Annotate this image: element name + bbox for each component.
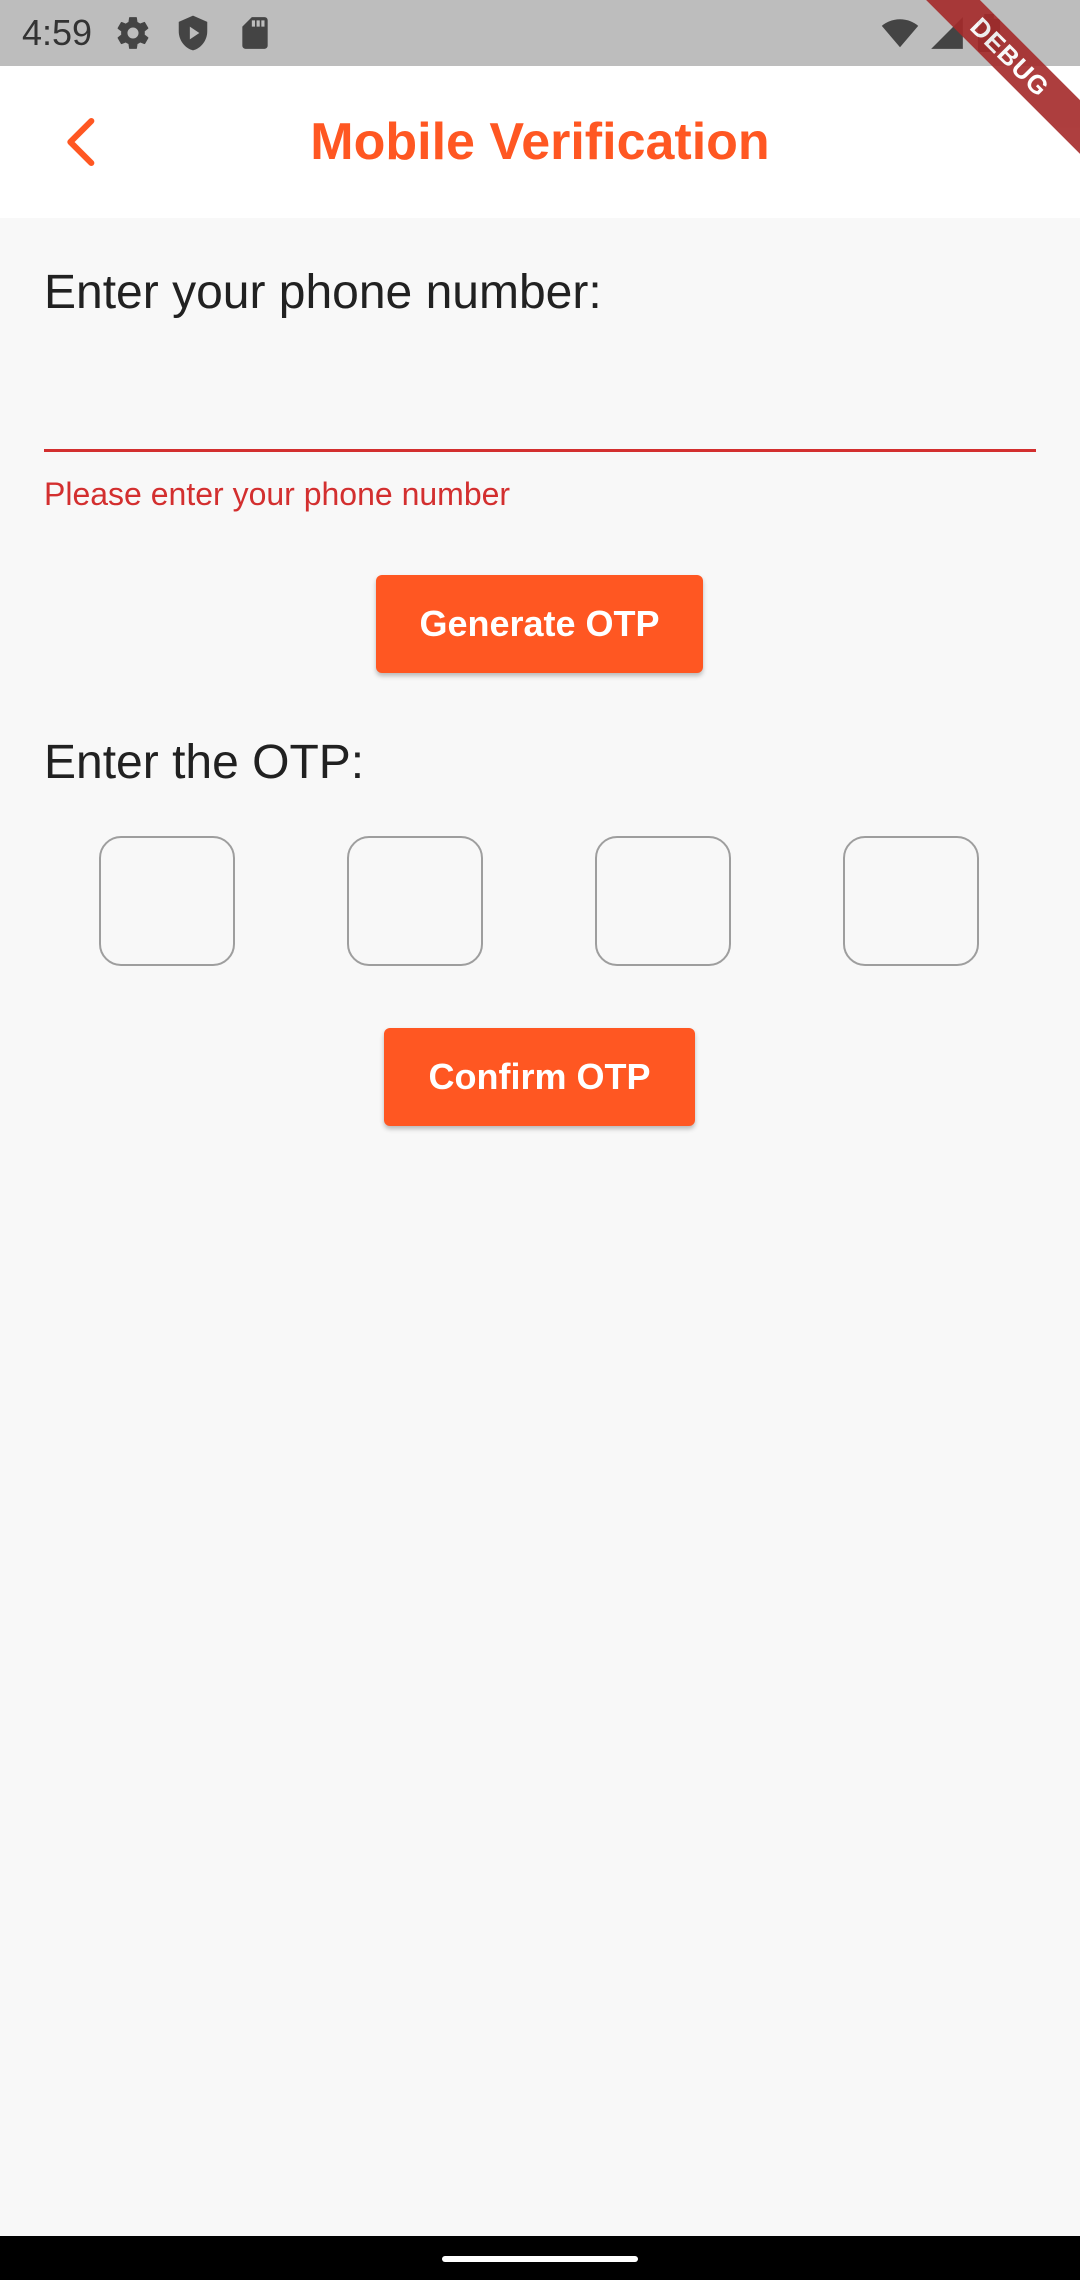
status-bar: 4:59	[0, 0, 1080, 66]
confirm-otp-button[interactable]: Confirm OTP	[384, 1028, 695, 1126]
home-gesture-handle[interactable]	[442, 2256, 638, 2262]
status-time: 4:59	[22, 12, 93, 53]
signal-icon	[928, 14, 966, 52]
gear-icon	[114, 14, 152, 52]
phone-input[interactable]	[44, 370, 1036, 452]
otp-digit-4[interactable]	[843, 836, 979, 966]
generate-otp-button[interactable]: Generate OTP	[376, 575, 703, 673]
wifi-icon	[880, 14, 919, 52]
otp-label: Enter the OTP:	[44, 736, 365, 789]
system-nav-bar	[0, 2236, 1080, 2280]
battery-icon	[976, 14, 1014, 52]
chevron-left-icon	[67, 117, 95, 167]
play-protect-icon	[174, 14, 212, 52]
page-title: Mobile Verification	[310, 113, 770, 171]
app-bar: Mobile Verification	[0, 66, 1080, 218]
phone-label: Enter your phone number:	[44, 266, 602, 319]
otp-digit-1[interactable]	[99, 836, 235, 966]
back-button[interactable]	[36, 96, 128, 188]
phone-error-text: Please enter your phone number	[44, 476, 511, 512]
otp-digit-3[interactable]	[595, 836, 731, 966]
otp-digit-2[interactable]	[347, 836, 483, 966]
sd-card-icon	[236, 14, 274, 52]
